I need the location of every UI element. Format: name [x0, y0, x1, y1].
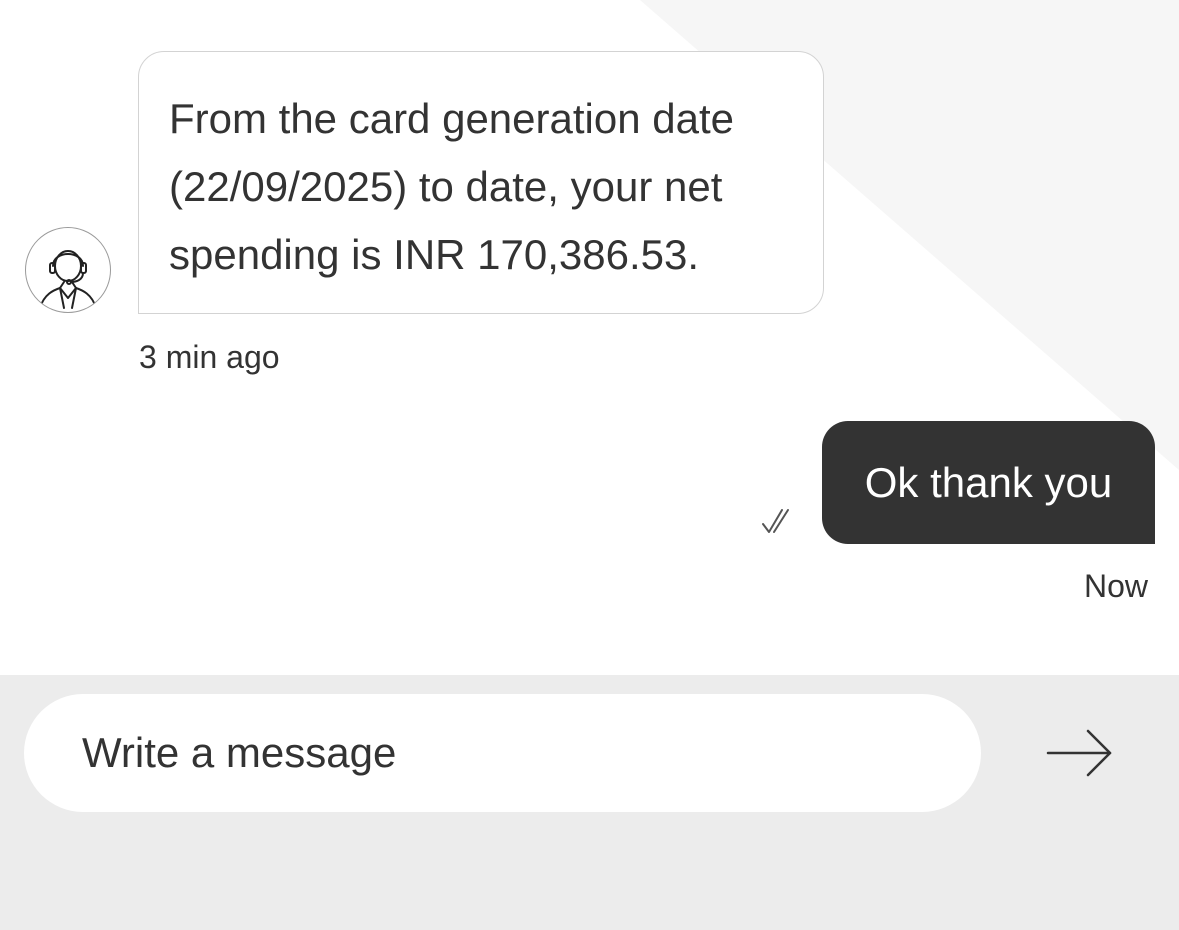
double-check-icon: [762, 509, 789, 533]
message-input[interactable]: [24, 694, 981, 812]
agent-message-line: (22/09/2025) to date, your net: [169, 163, 723, 210]
send-button[interactable]: [1040, 721, 1120, 785]
agent-message-line: spending is INR 170,386.53.: [169, 231, 700, 278]
user-message-bubble: Ok thank you: [822, 421, 1155, 544]
arrow-right-icon: [1046, 729, 1112, 777]
agent-headset-icon: [39, 250, 97, 309]
agent-message-line: From the card generation date: [169, 95, 734, 142]
user-message-timestamp: Now: [1083, 568, 1148, 604]
agent-avatar: [25, 227, 111, 313]
message-composer: [0, 675, 1179, 930]
user-message-text: Ok thank you: [864, 459, 1113, 506]
chat-area[interactable]: From the card generation date (22/09/2025…: [0, 0, 1179, 675]
agent-message-timestamp: 3 min ago: [139, 339, 280, 375]
agent-message-bubble: From the card generation date (22/09/2025…: [138, 51, 824, 314]
agent-message-text: From the card generation date (22/09/2025…: [169, 85, 803, 289]
